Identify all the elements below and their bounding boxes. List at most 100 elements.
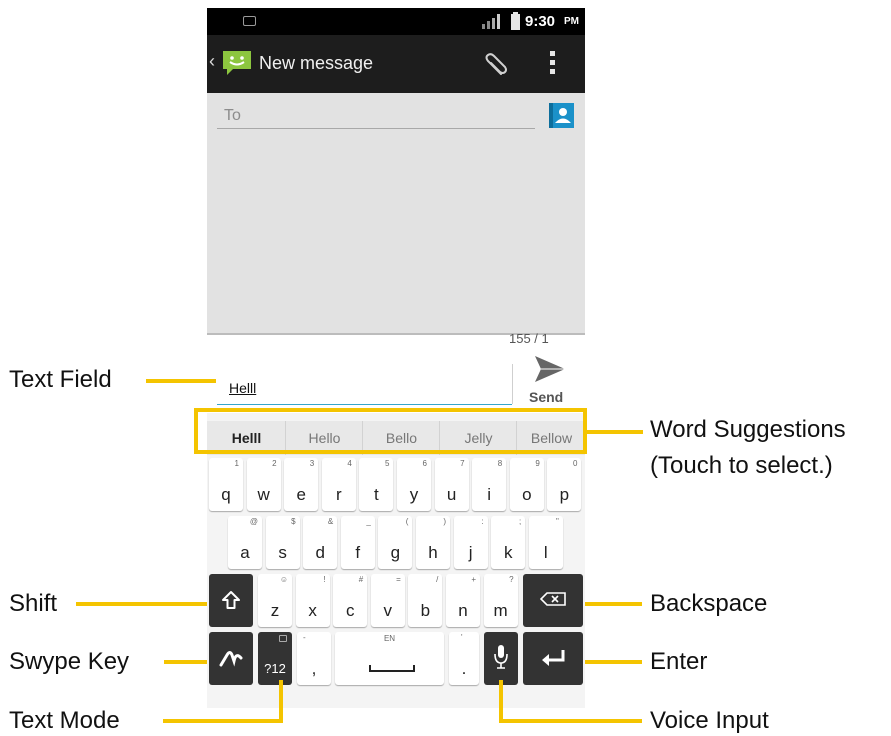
signal-icon (482, 14, 500, 29)
key-o[interactable]: 9o (509, 458, 544, 511)
key-hint: : (481, 517, 484, 526)
messaging-app-icon[interactable] (221, 49, 253, 77)
space-key[interactable]: EN (335, 632, 444, 685)
callout-voice-input: Voice Input (650, 707, 769, 734)
key-h[interactable]: ) h (416, 516, 450, 569)
key-k[interactable]: ; k (491, 516, 526, 569)
key-e[interactable]: 3e (284, 458, 319, 511)
message-text-field[interactable]: Helll (217, 373, 512, 405)
send-label: Send (529, 389, 564, 405)
phone-screen: 9:30 PM ‹ New message To 155 / 1 Helll S… (207, 8, 585, 708)
backspace-key[interactable] (523, 574, 583, 627)
key-label: b (420, 601, 431, 620)
key-hint: = (396, 575, 401, 584)
key-m[interactable]: ? m (483, 574, 518, 627)
overflow-menu-icon[interactable] (550, 51, 556, 77)
status-time: 9:30 (525, 13, 556, 30)
status-ampm: PM (564, 16, 579, 27)
key-z[interactable]: ☺ z (258, 574, 292, 627)
key-c[interactable]: # c (333, 574, 368, 627)
enter-icon (542, 650, 565, 666)
key-hint: ? (509, 575, 514, 584)
contact-icon[interactable] (549, 103, 574, 128)
callout-line-word-suggestions (587, 430, 643, 434)
key-hint: 8 (497, 459, 503, 468)
key-f[interactable]: _ f (340, 516, 375, 569)
key-hint: 0 (572, 459, 578, 468)
key-label: w (257, 485, 270, 504)
callout-line-backspace (585, 602, 642, 606)
callout-line-voice-input-h (499, 719, 642, 723)
callout-word-suggestions: Word Suggestions (650, 416, 846, 443)
period-label: . (461, 659, 467, 678)
space-language-hint: EN (383, 634, 396, 643)
key-label: d (315, 543, 325, 562)
key-hint: 1 (234, 459, 239, 468)
key-v[interactable]: = v (370, 574, 405, 627)
key-label: k (503, 543, 513, 562)
key-b[interactable]: / b (408, 574, 443, 627)
keyboard: Helll Hello Bello Jelly Bellow 1q2w3e4r5… (207, 413, 585, 708)
comma-key[interactable]: - , (297, 632, 331, 685)
callout-swype-key: Swype Key (9, 648, 130, 675)
callout-line-text-mode-v (279, 680, 283, 723)
key-hint: ☺ (279, 575, 288, 584)
key-label: z (270, 601, 280, 620)
text-mode-key[interactable]: ?12 (258, 632, 292, 685)
key-hint: ! (323, 575, 326, 584)
key-hint: ) (443, 517, 446, 526)
send-divider (512, 364, 513, 404)
key-hint: 6 (422, 459, 427, 468)
key-hint: _ (366, 517, 371, 526)
key-d[interactable]: & d (303, 516, 338, 569)
voice-input-key[interactable] (484, 632, 518, 685)
compose-area[interactable]: To (207, 93, 585, 335)
key-n[interactable]: + n (446, 574, 480, 627)
key-t[interactable]: 5t (359, 458, 394, 511)
key-g[interactable]: (g (378, 516, 413, 569)
key-hint: # (358, 575, 364, 584)
recipient-field[interactable]: To (217, 102, 535, 129)
message-text-value: Helll (229, 380, 257, 396)
key-r[interactable]: 4r (321, 458, 356, 511)
key-label: y (409, 485, 419, 504)
key-u[interactable]: 7u (434, 458, 469, 511)
callout-line-enter (585, 660, 642, 664)
key-label: r (335, 485, 342, 504)
shift-key[interactable] (209, 574, 253, 627)
key-hint: & (327, 517, 334, 526)
send-button[interactable]: Send (525, 352, 575, 405)
key-hint: 9 (535, 459, 540, 468)
swype-key[interactable] (209, 632, 253, 685)
paperclip-icon[interactable] (479, 49, 511, 81)
key-y[interactable]: 6y (397, 458, 431, 511)
callout-text-field: Text Field (9, 366, 112, 393)
key-q[interactable]: 1q (209, 458, 243, 511)
comma-label: , (311, 659, 317, 678)
key-hint: / (436, 575, 439, 584)
key-x[interactable]: ! x (295, 574, 330, 627)
key-l[interactable]: " l (528, 516, 563, 569)
character-counter: 155 / 1 (509, 331, 549, 346)
key-a[interactable]: @ a (228, 516, 262, 569)
key-hint: 7 (460, 459, 465, 468)
enter-key[interactable] (523, 632, 583, 685)
text-mode-hint-icon (279, 635, 287, 642)
back-chevron-icon[interactable]: ‹ (209, 51, 215, 72)
key-label: g (390, 543, 401, 562)
callout-touch-to-select: (Touch to select.) (650, 452, 833, 479)
notification-icon (243, 16, 256, 26)
callout-backspace: Backspace (650, 590, 768, 617)
key-i[interactable]: 8i (472, 458, 507, 511)
key-j[interactable]: :j (453, 516, 488, 569)
period-hint: ' (461, 633, 463, 642)
key-w[interactable]: 2w (246, 458, 281, 511)
period-key[interactable]: ' . (449, 632, 479, 685)
key-label: f (355, 543, 361, 562)
recipient-placeholder: To (224, 107, 241, 124)
key-label: t (374, 485, 379, 504)
swype-icon (219, 651, 243, 667)
key-label: h (428, 543, 438, 562)
key-s[interactable]: $ s (265, 516, 300, 569)
key-p[interactable]: 0p (547, 458, 582, 511)
